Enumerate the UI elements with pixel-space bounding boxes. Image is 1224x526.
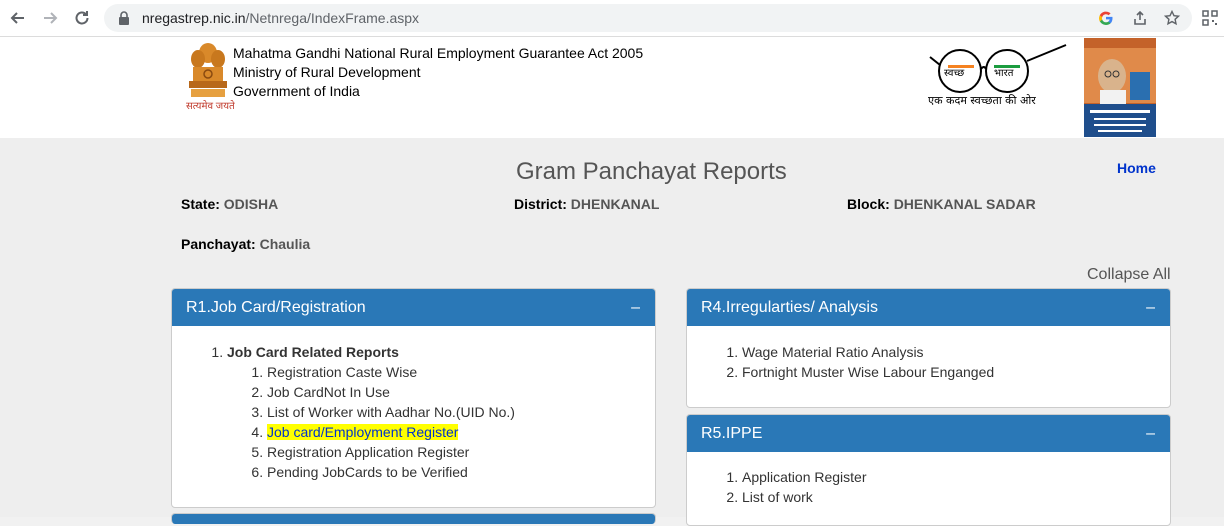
browser-toolbar: nregastrep.nic.in/Netnrega/IndexFrame.as… — [0, 0, 1224, 37]
forward-arrow-icon[interactable] — [38, 6, 62, 30]
panel-r1-header[interactable]: R1.Job Card/Registration – — [172, 289, 655, 326]
collapse-all-link[interactable]: Collapse All — [1087, 266, 1171, 284]
url-text[interactable]: nregastrep.nic.in/Netnrega/IndexFrame.as… — [142, 10, 419, 26]
panel-next-peek — [171, 513, 656, 524]
lock-icon[interactable] — [118, 11, 130, 30]
svg-text:स्वच्छ: स्वच्छ — [944, 68, 964, 79]
panel-r4-toggle[interactable]: – — [1146, 289, 1155, 326]
panel-r1-body: Job Card Related Reports Registration Ca… — [172, 326, 655, 482]
qr-code-icon[interactable] — [1198, 6, 1222, 30]
back-arrow-icon[interactable] — [6, 6, 30, 30]
organization-name: Mahatma Gandhi National Rural Employment… — [233, 45, 644, 99]
share-icon[interactable] — [1130, 8, 1150, 28]
block-info: Block: DHENKANAL SADAR — [847, 196, 1036, 212]
state-info: State: ODISHA — [181, 196, 279, 212]
panchayat-info: Panchayat: Chaulia — [181, 236, 311, 252]
report-link-pending-jobcards[interactable]: Pending JobCards to be Verified — [267, 462, 655, 482]
district-info: District: DHENKANAL — [514, 196, 660, 212]
gandhi-portrait-logo — [1084, 38, 1156, 137]
panel-r1: R1.Job Card/Registration – Job Card Rela… — [171, 288, 656, 508]
panel-r5-header[interactable]: R5.IPPE – — [687, 415, 1170, 452]
home-link[interactable]: Home — [1117, 160, 1156, 176]
report-link-job-card-not-in-use[interactable]: Job CardNot In Use — [267, 382, 655, 402]
main-content: Gram Panchayat Reports Home State: ODISH… — [0, 138, 1224, 526]
google-icon[interactable] — [1096, 8, 1116, 28]
panel-r1-toggle[interactable]: – — [631, 289, 640, 326]
report-link-registration-caste-wise[interactable]: Registration Caste Wise — [267, 362, 655, 382]
panel-r5: R5.IPPE – Application Register List of w… — [686, 414, 1171, 526]
svg-text:भारत: भारत — [994, 68, 1014, 79]
report-link-fortnight-muster[interactable]: Fortnight Muster Wise Labour Enganged — [742, 362, 1170, 382]
panel-r4: R4.Irregularties/ Analysis – Wage Materi… — [686, 288, 1171, 408]
list-item: Job Card Related Reports Registration Ca… — [227, 342, 655, 482]
report-link-application-register[interactable]: Application Register — [742, 467, 1170, 487]
bookmark-star-icon[interactable] — [1162, 8, 1182, 28]
panel-r4-header[interactable]: R4.Irregularties/ Analysis – — [687, 289, 1170, 326]
site-header: सत्यमेव जयते Mahatma Gandhi National Rur… — [0, 37, 1224, 138]
panel-r5-toggle[interactable]: – — [1146, 415, 1155, 452]
emblem-motto: सत्यमेव जयते — [186, 101, 235, 112]
panel-r4-body: Wage Material Ratio Analysis Fortnight M… — [687, 326, 1170, 382]
report-link-wage-material-ratio[interactable]: Wage Material Ratio Analysis — [742, 342, 1170, 362]
reload-icon[interactable] — [70, 6, 94, 30]
report-link-worker-aadhar[interactable]: List of Worker with Aadhar No.(UID No.) — [267, 402, 655, 422]
swachh-tagline: एक कदम स्वच्छता की ओर — [928, 94, 1036, 107]
report-link-list-of-work[interactable]: List of work — [742, 487, 1170, 507]
address-bar[interactable]: nregastrep.nic.in/Netnrega/IndexFrame.as… — [104, 4, 1192, 32]
report-link-registration-application-register[interactable]: Registration Application Register — [267, 442, 655, 462]
report-link-job-card-employment-register[interactable]: Job card/Employment Register — [267, 424, 459, 440]
panel-r5-body: Application Register List of work — [687, 452, 1170, 507]
page-title: Gram Panchayat Reports — [516, 158, 787, 185]
